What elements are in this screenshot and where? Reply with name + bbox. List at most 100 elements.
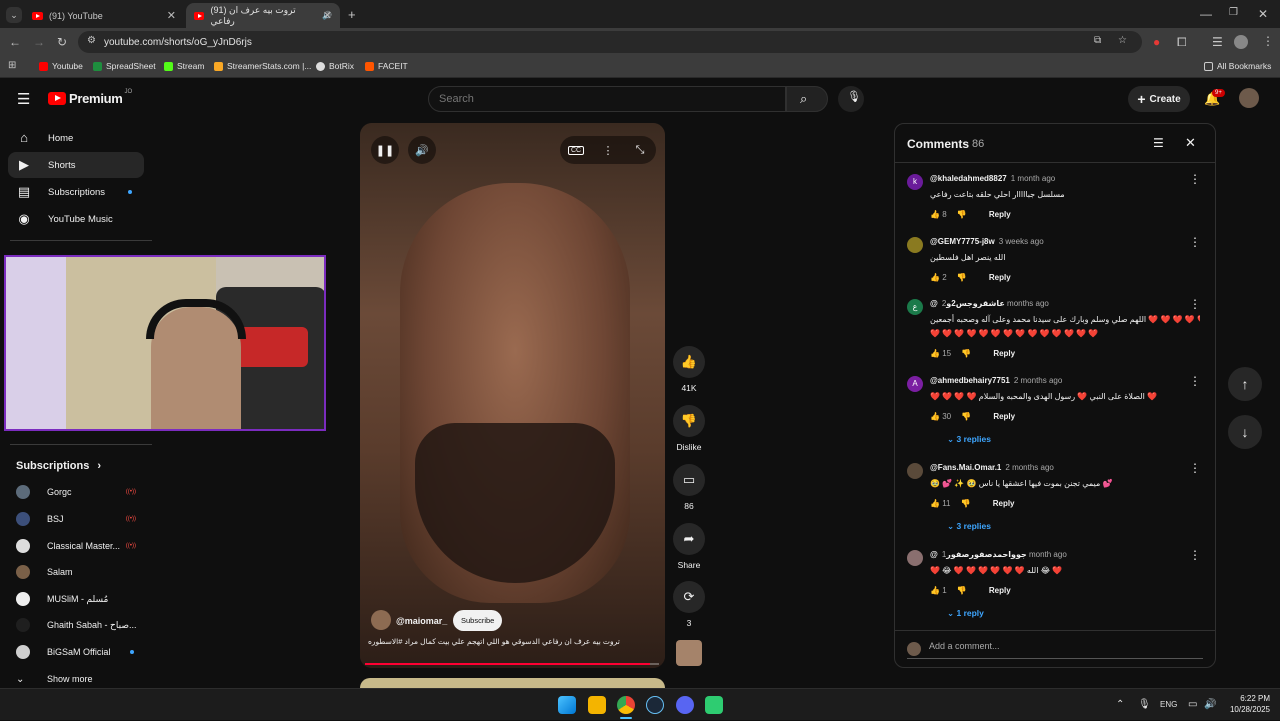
commenter-avatar[interactable]: A bbox=[907, 376, 923, 392]
tray-mic-icon[interactable]: 🎙 bbox=[1138, 689, 1151, 721]
dislike-icon[interactable]: 👎 bbox=[957, 273, 967, 282]
bookmark-streamerstats[interactable]: StreamerStats.com |... bbox=[214, 61, 311, 71]
chrome-icon[interactable] bbox=[617, 696, 635, 714]
share-button[interactable]: ➦ Share bbox=[672, 523, 706, 570]
commenter-avatar[interactable] bbox=[907, 463, 923, 479]
media-icon[interactable]: ☰ bbox=[1212, 36, 1223, 48]
address-bar[interactable]: ⚙ youtube.com/shorts/oG_yJnD6rjs ⧉ ☆ bbox=[78, 31, 1142, 53]
commenter-avatar[interactable] bbox=[907, 237, 923, 253]
comments-button[interactable]: ▭ 86 bbox=[672, 464, 706, 511]
close-window-icon[interactable]: ✕ bbox=[1258, 8, 1268, 20]
comment-menu-icon[interactable]: ⋮ bbox=[1189, 548, 1201, 562]
account-avatar[interactable] bbox=[1239, 88, 1259, 108]
extension-icon[interactable]: ● bbox=[1153, 36, 1160, 48]
dislike-icon[interactable]: 👎 bbox=[961, 412, 971, 421]
close-tab-icon[interactable]: ✕ bbox=[167, 9, 176, 22]
apps-grid-icon[interactable]: ⊞ bbox=[8, 61, 16, 71]
captions-button[interactable]: CC bbox=[562, 136, 590, 164]
dislike-icon[interactable]: 👎 bbox=[957, 210, 967, 219]
reply-button[interactable]: Reply bbox=[989, 210, 1011, 219]
show-more-button[interactable]: ⌄ Show more bbox=[16, 669, 146, 689]
file-explorer-icon[interactable] bbox=[588, 696, 606, 714]
restore-icon[interactable]: ❐ bbox=[1229, 8, 1238, 18]
like-button[interactable]: 👍 41K bbox=[672, 346, 706, 393]
network-icon[interactable]: ▭ bbox=[1188, 689, 1197, 721]
commenter-avatar[interactable]: ع bbox=[907, 299, 923, 315]
reply-button[interactable]: Reply bbox=[993, 499, 1015, 508]
next-short-button[interactable]: ↓ bbox=[1228, 415, 1262, 449]
app-icon[interactable] bbox=[705, 696, 723, 714]
like-icon[interactable]: 👍 bbox=[930, 349, 940, 358]
sidebar-item-youtube-music[interactable]: ◉ YouTube Music bbox=[8, 206, 144, 232]
chrome-menu-icon[interactable]: ⋮ bbox=[1262, 35, 1274, 47]
sound-thumbnail[interactable] bbox=[676, 640, 702, 666]
bookmark-youtube[interactable]: Youtube bbox=[39, 61, 83, 71]
view-replies-button[interactable]: ⌄ 1 reply bbox=[947, 608, 984, 619]
tray-chevron-icon[interactable]: ⌃ bbox=[1116, 689, 1124, 721]
start-windows-icon[interactable] bbox=[558, 696, 576, 714]
dislike-icon[interactable]: 👎 bbox=[957, 586, 967, 595]
bookmark-stream[interactable]: Stream bbox=[164, 61, 204, 71]
close-tab-icon[interactable]: ✕ bbox=[323, 9, 332, 22]
pause-button[interactable]: ❚❚ bbox=[371, 136, 399, 164]
bookmark-star-icon[interactable]: ☆ bbox=[1118, 36, 1127, 46]
voice-search-button[interactable]: 🎙 bbox=[838, 86, 864, 112]
close-icon[interactable]: ✕ bbox=[1185, 136, 1196, 149]
like-icon[interactable]: 👍 bbox=[930, 586, 940, 595]
commenter-handle[interactable]: @جوواحمدصفورصفور1 month ago bbox=[930, 550, 1067, 559]
language-indicator[interactable]: ENG bbox=[1160, 689, 1177, 721]
forward-icon[interactable]: → bbox=[33, 36, 45, 48]
site-info-icon[interactable]: ⚙ bbox=[87, 36, 96, 46]
reload-icon[interactable]: ↻ bbox=[57, 36, 67, 48]
search-button[interactable]: ⌕ bbox=[786, 86, 828, 112]
like-icon[interactable]: 👍 bbox=[930, 273, 940, 282]
sidebar-item-subscriptions[interactable]: ▤ Subscriptions bbox=[8, 179, 144, 205]
bookmark-faceit[interactable]: FACEIT bbox=[365, 61, 408, 71]
commenter-avatar[interactable]: k bbox=[907, 174, 923, 190]
comment-menu-icon[interactable]: ⋮ bbox=[1189, 461, 1201, 475]
shorts-player[interactable]: ❚❚ 🔊 CC ⋮ ⤡ @maiomar_ Subscribe تروت بيه… bbox=[360, 123, 665, 668]
reply-button[interactable]: Reply bbox=[989, 273, 1011, 282]
back-icon[interactable]: ← bbox=[9, 36, 21, 48]
dislike-button[interactable]: 👎 Dislike bbox=[672, 405, 706, 452]
volume-tray-icon[interactable]: 🔊 bbox=[1204, 689, 1216, 721]
subscription-item[interactable]: Ghaith Sabah - صباح... bbox=[16, 615, 146, 635]
commenter-handle[interactable]: @GEMY7775-j8w 3 weeks ago bbox=[930, 237, 1044, 246]
bookmark-spreadsheet[interactable]: SpreadSheet bbox=[93, 61, 156, 71]
volume-button[interactable]: 🔊 bbox=[408, 136, 436, 164]
sort-icon[interactable]: ☰ bbox=[1153, 137, 1164, 149]
reply-button[interactable]: Reply bbox=[993, 349, 1015, 358]
youtube-logo[interactable]: Premium JO bbox=[48, 89, 132, 106]
all-bookmarks[interactable]: All Bookmarks bbox=[1204, 61, 1271, 71]
subscription-item[interactable]: Salam bbox=[16, 562, 146, 582]
subscription-item[interactable]: BSJ ((•)) bbox=[16, 509, 146, 529]
view-replies-button[interactable]: ⌄ 3 replies bbox=[947, 521, 991, 532]
tab-search-icon[interactable]: ⌄ bbox=[6, 7, 22, 23]
clock[interactable]: 6:22 PM 10/28/2025 bbox=[1224, 693, 1270, 715]
subscribe-button[interactable]: Subscribe bbox=[453, 610, 503, 631]
progress-track[interactable] bbox=[365, 663, 659, 665]
create-button[interactable]: + Create bbox=[1128, 86, 1190, 112]
sidebar-item-home[interactable]: ⌂ Home bbox=[8, 125, 144, 151]
commenter-avatar[interactable] bbox=[907, 550, 923, 566]
subscription-item[interactable]: Gorgc ((•)) bbox=[16, 482, 146, 502]
minimize-icon[interactable]: — bbox=[1200, 8, 1212, 20]
comment-menu-icon[interactable]: ⋮ bbox=[1189, 374, 1201, 388]
channel-avatar[interactable] bbox=[371, 610, 391, 630]
sidebar-item-shorts[interactable]: ▶ Shorts bbox=[8, 152, 144, 178]
profile-avatar-icon[interactable] bbox=[1234, 35, 1248, 49]
bookmark-botrix[interactable]: BotRix bbox=[316, 61, 354, 71]
fullscreen-button[interactable]: ⤡ bbox=[626, 136, 654, 164]
commenter-handle[interactable]: @ahmedbehairy7751 2 months ago bbox=[930, 376, 1062, 385]
comment-menu-icon[interactable]: ⋮ bbox=[1189, 172, 1201, 186]
commenter-handle[interactable]: @Fans.Mai.Omar.1 2 months ago bbox=[930, 463, 1054, 472]
remix-button[interactable]: ⟳ 3 bbox=[672, 581, 706, 628]
comment-menu-icon[interactable]: ⋮ bbox=[1189, 297, 1201, 311]
like-icon[interactable]: 👍 bbox=[930, 412, 940, 421]
install-icon[interactable]: ⧉ bbox=[1094, 36, 1101, 46]
like-icon[interactable]: 👍 bbox=[930, 210, 940, 219]
subscription-item[interactable]: MUSliM - مُسلم bbox=[16, 589, 146, 609]
commenter-handle[interactable]: @khaledahmed8827 1 month ago bbox=[930, 174, 1055, 183]
dislike-icon[interactable]: 👎 bbox=[961, 499, 971, 508]
extensions-puzzle-icon[interactable]: ⧠ bbox=[1177, 36, 1187, 48]
